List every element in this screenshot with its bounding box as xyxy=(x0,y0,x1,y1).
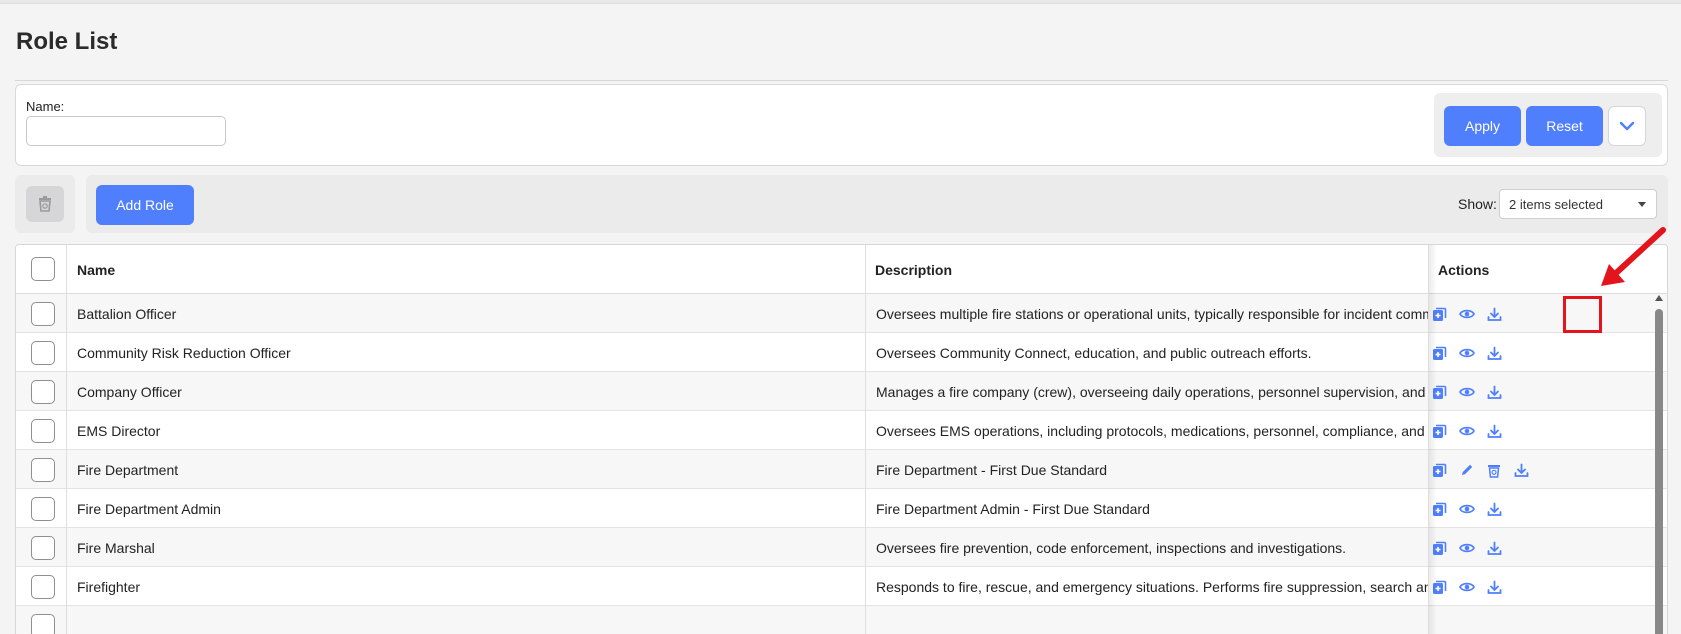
reset-button[interactable]: Reset xyxy=(1526,106,1603,146)
scroll-thumb[interactable] xyxy=(1655,309,1663,634)
pencil-icon[interactable] xyxy=(1459,462,1475,478)
role-description-cell: Oversees Community Connect, education, a… xyxy=(876,344,1312,361)
download-icon[interactable] xyxy=(1513,462,1529,478)
column-divider xyxy=(865,245,866,634)
role-name-cell: Fire Marshal xyxy=(77,539,155,556)
row-checkbox[interactable] xyxy=(31,614,55,634)
table-scrollbar[interactable] xyxy=(1654,295,1664,634)
eye-icon[interactable] xyxy=(1459,345,1475,361)
row-checkbox[interactable] xyxy=(31,341,55,365)
title-divider xyxy=(15,80,1668,81)
actions-column-shadow xyxy=(1429,245,1437,634)
top-bar xyxy=(0,0,1681,4)
eye-icon[interactable] xyxy=(1459,540,1475,556)
page-title: Role List xyxy=(16,28,118,55)
download-icon[interactable] xyxy=(1486,384,1502,400)
row-checkbox[interactable] xyxy=(31,458,55,482)
role-name-cell: EMS Director xyxy=(77,422,161,439)
chevron-down-icon xyxy=(1619,121,1635,131)
table-toolbar: Add Role Show: 2 items selected xyxy=(86,175,1668,233)
row-checkbox[interactable] xyxy=(31,497,55,521)
filter-actions: Apply Reset xyxy=(1434,93,1662,157)
role-description-cell: Fire Department - First Due Standard xyxy=(876,461,1108,478)
row-checkbox[interactable] xyxy=(31,536,55,560)
row-checkbox[interactable] xyxy=(31,575,55,599)
trash-icon xyxy=(39,196,51,212)
table-row[interactable]: EMS Director Oversees EMS operations, inc… xyxy=(16,411,1667,450)
table-row[interactable]: Community Risk Reduction Officer Oversees… xyxy=(16,333,1667,372)
table-row[interactable]: Fire Department Fire Department - First D… xyxy=(16,450,1667,489)
table-row[interactable]: Fire Department Admin Fire Department Adm… xyxy=(16,489,1667,528)
description-column-header[interactable]: Description xyxy=(875,245,952,294)
table-row[interactable]: Firefighter Responds to fire, rescue, and… xyxy=(16,567,1667,606)
eye-icon[interactable] xyxy=(1459,384,1475,400)
row-checkbox[interactable] xyxy=(31,302,55,326)
download-icon[interactable] xyxy=(1486,501,1502,517)
name-filter-input[interactable] xyxy=(26,116,226,146)
actions-column-header: Actions xyxy=(1438,261,1490,278)
download-icon[interactable] xyxy=(1486,306,1502,322)
bulk-delete-button[interactable] xyxy=(26,186,64,222)
expand-filters-button[interactable] xyxy=(1608,106,1646,146)
role-name-cell: Battalion Officer xyxy=(77,305,177,322)
select-all-checkbox[interactable] xyxy=(31,257,55,281)
bulk-delete-box xyxy=(15,175,75,233)
role-name-cell: Firefighter xyxy=(77,578,141,595)
filter-panel: Name: Apply Reset xyxy=(15,84,1668,166)
table-row[interactable]: Fire Marshal Oversees fire prevention, co… xyxy=(16,528,1667,567)
role-description-cell: Oversees fire prevention, code enforceme… xyxy=(876,539,1347,556)
name-column-header[interactable]: Name xyxy=(77,245,115,294)
table-row[interactable]: Battalion Officer Oversees multiple fire … xyxy=(16,294,1667,333)
role-description-cell: Oversees multiple fire stations or opera… xyxy=(876,305,1428,322)
role-name-cell: Fire Department Admin xyxy=(77,500,221,517)
row-checkbox[interactable] xyxy=(31,380,55,404)
download-icon[interactable] xyxy=(1486,345,1502,361)
role-description-cell: Manages a fire company (crew), overseein… xyxy=(876,383,1428,400)
role-name-cell: Fire Department xyxy=(77,461,179,478)
role-name-cell: Community Risk Reduction Officer xyxy=(77,344,291,361)
caret-down-icon xyxy=(1638,202,1646,207)
add-role-button[interactable]: Add Role xyxy=(96,185,194,225)
trash-icon[interactable] xyxy=(1486,462,1502,478)
role-description-cell: Fire Department Admin - First Due Standa… xyxy=(876,500,1150,517)
table-header: Name Description Actions xyxy=(16,245,1667,294)
show-label: Show: xyxy=(1458,196,1497,212)
role-name-cell xyxy=(77,606,857,634)
table-row[interactable] xyxy=(16,606,1667,634)
eye-icon[interactable] xyxy=(1459,501,1475,517)
scroll-up-icon[interactable] xyxy=(1655,295,1663,301)
role-description-cell xyxy=(876,606,1428,634)
apply-button[interactable]: Apply xyxy=(1444,106,1521,146)
show-select-value: 2 items selected xyxy=(1509,197,1603,212)
table-row[interactable]: Company Officer Manages a fire company (c… xyxy=(16,372,1667,411)
eye-icon[interactable] xyxy=(1459,423,1475,439)
role-description-cell: Oversees EMS operations, including proto… xyxy=(876,422,1428,439)
eye-icon[interactable] xyxy=(1459,579,1475,595)
download-icon[interactable] xyxy=(1486,540,1502,556)
show-columns-select[interactable]: 2 items selected xyxy=(1499,189,1657,219)
row-checkbox[interactable] xyxy=(31,419,55,443)
download-icon[interactable] xyxy=(1486,579,1502,595)
role-description-cell: Responds to fire, rescue, and emergency … xyxy=(876,578,1428,595)
role-name-cell: Company Officer xyxy=(77,383,182,400)
role-table: Name Description Actions Battalion Offic… xyxy=(15,244,1668,634)
name-filter-label: Name: xyxy=(26,99,65,114)
column-divider xyxy=(66,245,67,634)
download-icon[interactable] xyxy=(1486,423,1502,439)
eye-icon[interactable] xyxy=(1459,306,1475,322)
